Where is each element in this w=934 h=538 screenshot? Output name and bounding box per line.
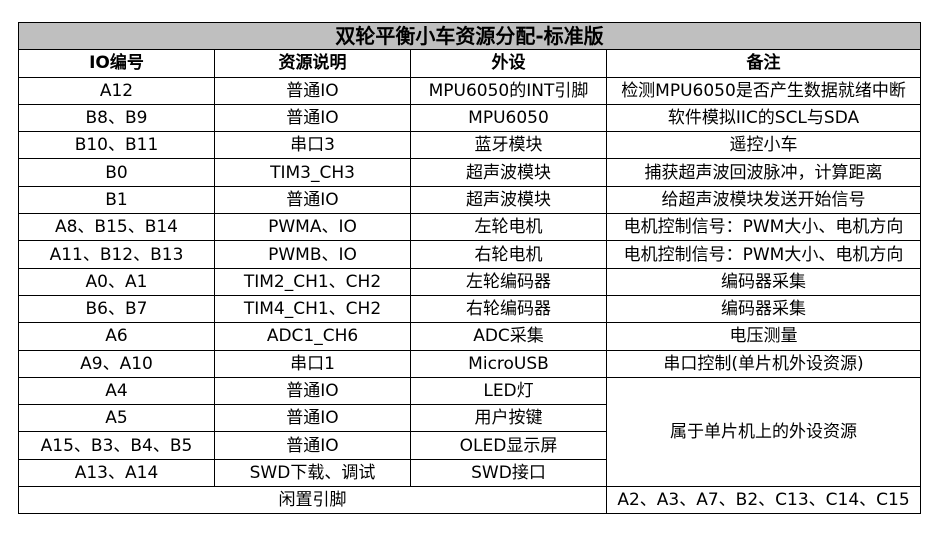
table-row: A8、B15、B14 PWMA、IO 左轮电机 电机控制信号：PWM大小、电机方… xyxy=(18,213,921,242)
table-row: B6、B7 TIM4_CH1、CH2 右轮编码器 编码器采集 xyxy=(18,294,921,324)
table-row: A6 ADC1_CH6 ADC采集 电压测量 xyxy=(18,322,921,351)
cell-peripheral: OLED显示屏 xyxy=(410,431,607,460)
header-row: IO编号 资源说明 外设 备注 xyxy=(18,49,921,78)
cell-peripheral: 右轮编码器 xyxy=(410,294,607,324)
cell-io: B1 xyxy=(18,185,215,215)
cell-io: B0 xyxy=(18,158,215,187)
cell-peripheral: 左轮电机 xyxy=(410,213,607,242)
footer-row: 闲置引脚 A2、A3、A7、B2、C13、C14、C15 xyxy=(18,486,921,515)
cell-resource: 普通IO xyxy=(214,431,411,460)
cell-remark: 捕获超声波回波脉冲，计算距离 xyxy=(606,158,921,187)
cell-io: A6 xyxy=(18,322,215,351)
resource-allocation-table: 双轮平衡小车资源分配-标准版 IO编号 资源说明 外设 备注 A12 普通IO … xyxy=(18,21,921,515)
cell-resource: PWMA、IO xyxy=(214,213,411,242)
cell-peripheral: LED灯 xyxy=(410,376,607,406)
cell-remark: 软件模拟IIC的SCL与SDA xyxy=(606,103,921,133)
cell-io: A0、A1 xyxy=(18,267,215,296)
cell-io: A4 xyxy=(18,376,215,406)
cell-peripheral: 用户按键 xyxy=(410,404,607,433)
cell-remark: 遥控小车 xyxy=(606,131,921,160)
header-io: IO编号 xyxy=(18,49,215,78)
cell-resource: SWD下载、调试 xyxy=(214,458,411,488)
table-row: A12 普通IO MPU6050的INT引脚 检测MPU6050是否产生数据就绪… xyxy=(18,76,921,105)
cell-resource: 串口1 xyxy=(214,349,411,378)
cell-peripheral: MicroUSB xyxy=(410,349,607,378)
cell-peripheral: 超声波模块 xyxy=(410,185,607,215)
cell-peripheral: 蓝牙模块 xyxy=(410,131,607,160)
title-row: 双轮平衡小车资源分配-标准版 xyxy=(18,21,921,51)
cell-resource: 普通IO xyxy=(214,76,411,105)
cell-io: A12 xyxy=(18,76,215,105)
table-row: B1 普通IO 超声波模块 给超声波模块发送开始信号 xyxy=(18,185,921,215)
header-remark: 备注 xyxy=(606,49,921,78)
cell-remark: 检测MPU6050是否产生数据就绪中断 xyxy=(606,76,921,105)
cell-resource: TIM2_CH1、CH2 xyxy=(214,267,411,296)
cell-io: A5 xyxy=(18,404,215,433)
table-row: A11、B12、B13 PWMB、IO 右轮电机 电机控制信号：PWM大小、电机… xyxy=(18,240,921,269)
table-title: 双轮平衡小车资源分配-标准版 xyxy=(18,21,921,51)
cell-resource: 普通IO xyxy=(214,185,411,215)
idle-pins-label: 闲置引脚 xyxy=(18,486,607,515)
cell-peripheral: 右轮电机 xyxy=(410,240,607,269)
cell-remark: 电压测量 xyxy=(606,322,921,351)
cell-resource: TIM4_CH1、CH2 xyxy=(214,294,411,324)
cell-io: B8、B9 xyxy=(18,103,215,133)
cell-io: B10、B11 xyxy=(18,131,215,160)
idle-pins-value: A2、A3、A7、B2、C13、C14、C15 xyxy=(606,486,921,515)
cell-io: A8、B15、B14 xyxy=(18,213,215,242)
table-row: B8、B9 普通IO MPU6050 软件模拟IIC的SCL与SDA xyxy=(18,103,921,133)
header-peripheral: 外设 xyxy=(410,49,607,78)
cell-resource: PWMB、IO xyxy=(214,240,411,269)
table-row: B10、B11 串口3 蓝牙模块 遥控小车 xyxy=(18,131,921,160)
cell-io: A11、B12、B13 xyxy=(18,240,215,269)
cell-io: B6、B7 xyxy=(18,294,215,324)
cell-remark: 编码器采集 xyxy=(606,294,921,324)
cell-resource: 普通IO xyxy=(214,404,411,433)
cell-peripheral: MPU6050的INT引脚 xyxy=(410,76,607,105)
cell-peripheral: SWD接口 xyxy=(410,458,607,488)
cell-remark-merged: 属于单片机上的外设资源 xyxy=(606,376,921,488)
cell-resource: 普通IO xyxy=(214,103,411,133)
cell-peripheral: MPU6050 xyxy=(410,103,607,133)
header-resource: 资源说明 xyxy=(214,49,411,78)
table-row: A9、A10 串口1 MicroUSB 串口控制(单片机外设资源) xyxy=(18,349,921,378)
cell-remark: 电机控制信号：PWM大小、电机方向 xyxy=(606,240,921,269)
cell-remark: 电机控制信号：PWM大小、电机方向 xyxy=(606,213,921,242)
table-row: A4 普通IO LED灯 属于单片机上的外设资源 xyxy=(18,376,921,488)
cell-resource: 普通IO xyxy=(214,376,411,406)
table-row: A0、A1 TIM2_CH1、CH2 左轮编码器 编码器采集 xyxy=(18,267,921,296)
cell-resource: 串口3 xyxy=(214,131,411,160)
cell-io: A13、A14 xyxy=(18,458,215,488)
cell-remark: 给超声波模块发送开始信号 xyxy=(606,185,921,215)
cell-resource: ADC1_CH6 xyxy=(214,322,411,351)
cell-resource: TIM3_CH3 xyxy=(214,158,411,187)
cell-peripheral: ADC采集 xyxy=(410,322,607,351)
cell-peripheral: 左轮编码器 xyxy=(410,267,607,296)
table-row: B0 TIM3_CH3 超声波模块 捕获超声波回波脉冲，计算距离 xyxy=(18,158,921,187)
cell-io: A9、A10 xyxy=(18,349,215,378)
cell-remark: 编码器采集 xyxy=(606,267,921,296)
cell-peripheral: 超声波模块 xyxy=(410,158,607,187)
cell-io: A15、B3、B4、B5 xyxy=(18,431,215,460)
cell-remark: 串口控制(单片机外设资源) xyxy=(606,349,921,378)
